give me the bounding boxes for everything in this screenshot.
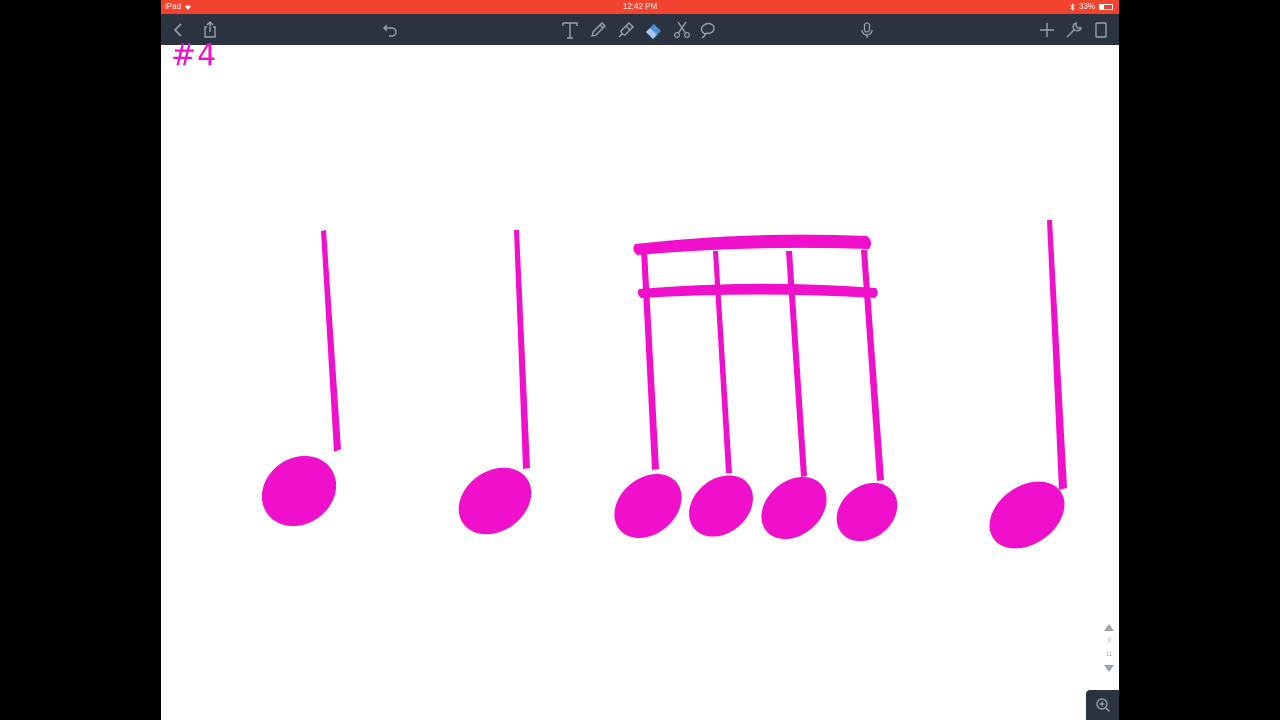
pen-tool-icon	[591, 22, 606, 37]
zoom-in-icon	[1095, 698, 1110, 712]
microphone-icon	[861, 22, 873, 38]
pages-button[interactable]	[1089, 18, 1113, 42]
scissors-tool-button[interactable]	[670, 18, 694, 42]
quarter-note-1-stem	[321, 230, 341, 452]
pen-tool-button[interactable]	[586, 18, 610, 42]
quarter-note-3-stem	[1047, 220, 1067, 490]
page-current: 3	[1107, 638, 1111, 645]
text-tool-icon	[562, 22, 578, 39]
quarter-note-2-head	[458, 467, 532, 535]
toolbar	[161, 14, 1119, 45]
page-label: #4	[171, 38, 218, 73]
battery-fill	[1100, 5, 1104, 9]
page-total: 11	[1105, 651, 1113, 658]
sixteenth-note-3-head	[761, 476, 827, 540]
lasso-tool-icon	[700, 22, 715, 39]
status-time: 12:42 PM	[622, 2, 658, 11]
sixteenth-beam-bottom	[637, 283, 878, 298]
page-navigator: 3 11	[1103, 624, 1115, 672]
page-up-icon[interactable]	[1104, 624, 1114, 631]
battery-percent: 33%	[1078, 2, 1095, 11]
ink-drawing	[261, 220, 1067, 549]
page-down-icon[interactable]	[1104, 664, 1114, 672]
back-icon	[173, 23, 182, 37]
sixteenth-beam-top	[633, 234, 872, 255]
wrench-icon	[1066, 22, 1082, 38]
app-screen: iPad 12:42 PM 33% #4 3 11	[161, 0, 1119, 720]
undo-icon	[383, 24, 397, 37]
drawing-canvas[interactable]	[161, 45, 1119, 720]
zoom-button[interactable]	[1086, 690, 1119, 720]
quarter-note-2-stem	[514, 230, 530, 469]
eraser-tool-icon	[646, 24, 661, 39]
battery-icon	[1099, 4, 1113, 10]
lasso-tool-button[interactable]	[696, 18, 720, 42]
share-icon	[204, 21, 216, 38]
add-icon	[1040, 23, 1054, 37]
sixteenth-note-2-head	[689, 475, 753, 537]
quarter-note-1-head	[261, 455, 337, 527]
bluetooth-icon	[1070, 3, 1075, 11]
sixteenth-note-1-stem	[641, 250, 659, 470]
highlighter-tool-icon	[618, 22, 634, 38]
status-bar: iPad 12:42 PM 33%	[161, 0, 1119, 14]
eraser-tool-button[interactable]	[642, 18, 666, 42]
settings-button[interactable]	[1062, 18, 1086, 42]
status-right: 33%	[1070, 0, 1113, 14]
add-button[interactable]	[1035, 18, 1059, 42]
microphone-button[interactable]	[855, 18, 879, 42]
undo-button[interactable]	[378, 18, 402, 42]
highlighter-tool-button[interactable]	[614, 18, 638, 42]
text-tool-button[interactable]	[558, 18, 582, 42]
pages-icon	[1095, 22, 1107, 38]
sixteenth-note-4-head	[836, 482, 898, 542]
sixteenth-note-4-stem	[861, 250, 884, 481]
scissors-tool-icon	[673, 21, 691, 39]
sixteenth-note-1-head	[614, 473, 682, 539]
